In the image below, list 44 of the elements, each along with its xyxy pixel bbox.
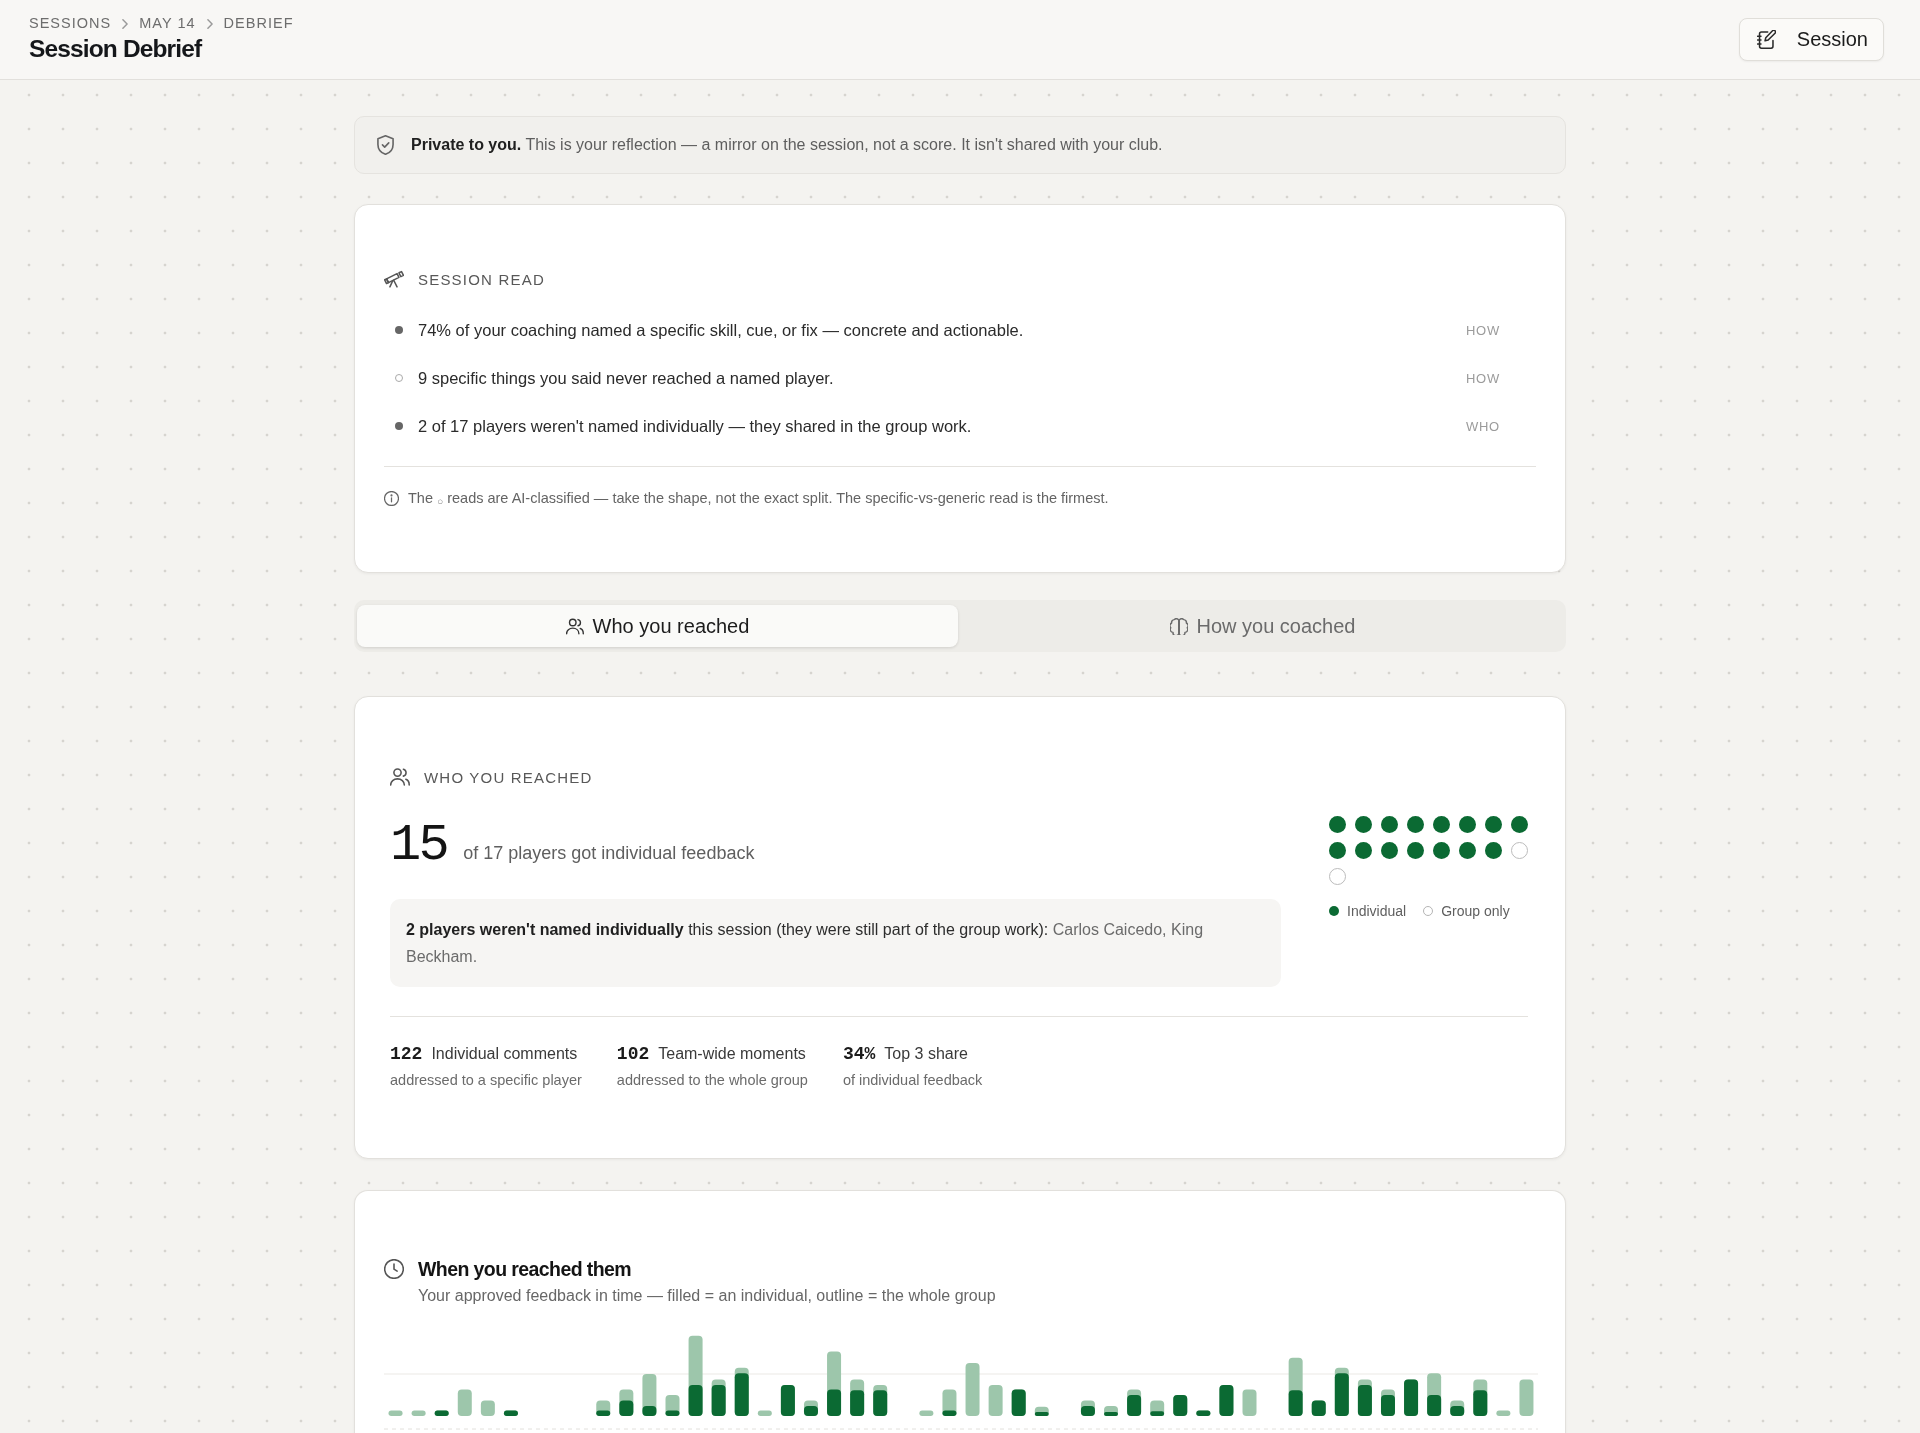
breadcrumb-item: DEBRIEF (223, 15, 294, 32)
chevron-right-icon (206, 18, 213, 29)
breadcrumb-item[interactable]: SESSIONS (29, 15, 112, 32)
telescope-icon (384, 269, 404, 289)
read-text: 2 of 17 players weren't named individually — they shared in the group work. (418, 416, 973, 436)
callout-note: 2 players weren't named individually this session (they were still part of the group work): Carlos Caicedo, King Beckham. (390, 899, 1281, 987)
stat-caption: of individual feedback (842, 1071, 983, 1090)
clock-icon (384, 1259, 404, 1279)
notebook-pen-icon (1756, 30, 1776, 49)
session-button[interactable]: Session (1738, 18, 1884, 61)
people-icon (565, 617, 584, 635)
stat-label: Individual comments (431, 1044, 578, 1064)
section-title: SESSION READ (418, 270, 545, 288)
shield-check-icon (377, 135, 394, 155)
legend-dot-icon (1329, 906, 1339, 916)
player-count: 15 (390, 816, 448, 876)
category-label: HOW (1465, 322, 1500, 338)
category-label: HOW (1465, 370, 1500, 386)
legend-label: Group only (1441, 902, 1510, 921)
breadcrumb-item[interactable]: MAY 14 (139, 15, 196, 32)
footnote-text: The $_{○}$ reads are AI-classified — take the shape, not the exact split. The specific-vs-generic read is the firmest. (408, 489, 1109, 509)
chevron-right-icon (122, 18, 129, 29)
category-label: WHO (1465, 418, 1500, 434)
info-icon (384, 490, 399, 506)
page-title: Session Debrief (29, 35, 203, 63)
brain-icon (1169, 617, 1188, 635)
stat-value: 34% (842, 1044, 876, 1064)
people-icon (390, 767, 410, 787)
stat-label: Team-wide moments (658, 1044, 806, 1064)
stat-value: 122 (390, 1044, 423, 1064)
read-text: 9 specific things you said never reached a named player. (418, 368, 835, 388)
stat-caption: addressed to the whole group (616, 1071, 808, 1090)
section-title: When you reached them (418, 1257, 632, 1281)
legend-label: Individual (1347, 902, 1407, 921)
tab[interactable]: Who you reached (357, 605, 958, 647)
privacy-text: Private to you. This is your reflection — a mirror on the session, not a score. It isn't shared with your club. (411, 136, 1163, 154)
tab[interactable]: How you coached (962, 605, 1563, 647)
stat-value: 102 (616, 1044, 650, 1064)
stat-caption: addressed to a specific player (390, 1071, 582, 1090)
read-text: 74% of your coaching named a specific skill, cue, or fix — concrete and actionable. (418, 320, 1025, 340)
stat-label: Top 3 share (884, 1044, 968, 1064)
count-label: of 17 players got individual feedback (463, 843, 755, 864)
section-title: WHO YOU REACHED (424, 768, 593, 786)
section-subtitle: Your approved feedback in time — filled = an individual, outline = the whole group (418, 1286, 997, 1306)
